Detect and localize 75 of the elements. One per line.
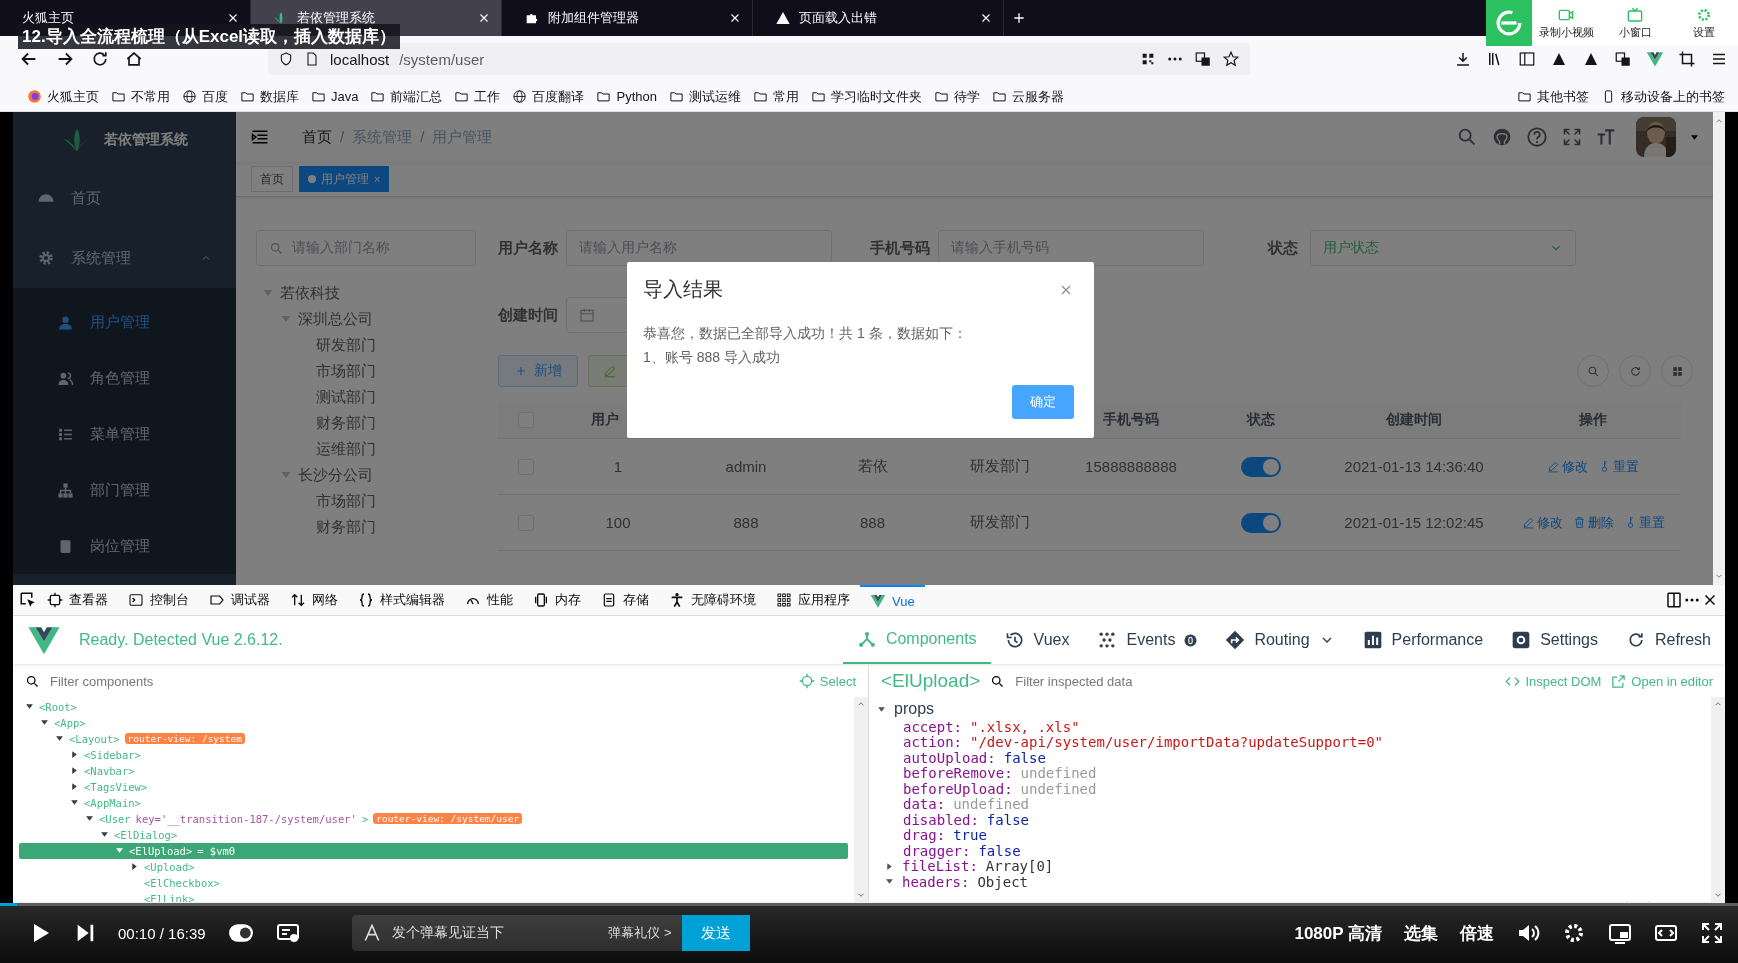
prop-key: data: [903, 796, 946, 813]
column-header: 用户 [590, 411, 620, 429]
prop-key: disabled: [903, 811, 979, 828]
component-name: <ElUpload> [881, 670, 981, 692]
prop-value: Object [977, 873, 1028, 890]
table-cell-text: 研发部门 [968, 513, 1031, 532]
table-cell-text: 若依 [856, 457, 889, 476]
component-tag: <Layout> [69, 732, 120, 745]
component-tag-end: > [361, 812, 369, 825]
table-cell-text: 2021-01-15 12:02:45 [1343, 514, 1485, 531]
instance-label: = $vm0 [197, 844, 236, 857]
breadcrumb-separator: / [340, 127, 345, 147]
table-cell-text: 888 [732, 514, 760, 531]
field-label: 手机号码 [870, 238, 931, 258]
router-badge: router-view: /system/user [373, 813, 523, 824]
time-display: 00:10 / 16:39 [118, 924, 206, 942]
prop-key: accept: [903, 718, 962, 735]
toolbar-label: 小窗口 [1618, 24, 1652, 40]
table-cell-text: 888 [859, 514, 886, 531]
prop-key: drag: [903, 827, 946, 844]
component-tag: <ElLink> [144, 892, 195, 902]
prop-value: undefined [953, 796, 1029, 813]
prop-value: false [1003, 749, 1046, 766]
app-title: 若依管理系统 [103, 131, 188, 149]
prop-key: autoUpload: [903, 749, 996, 766]
table-cell-text: 2021-01-13 14:36:40 [1343, 458, 1485, 475]
prop-value: false [978, 842, 1021, 859]
component-tag: <Root> [39, 700, 77, 713]
breadcrumb-separator: / [420, 127, 425, 147]
column-header: 状态 [1245, 411, 1276, 429]
toolbar-label: 录制小视频 [1538, 24, 1594, 40]
dialog-message: 1、账号 888 导入成功 [643, 348, 781, 367]
table-cell-text: 15888888888 [1084, 458, 1178, 475]
prop-key: dragger: [903, 842, 971, 859]
prop-value: ".xlsx, .xls" [970, 718, 1080, 735]
prop-value: false [986, 811, 1029, 828]
field-label: 创建时间 [498, 305, 559, 325]
component-tag: <AppMain> [84, 796, 141, 809]
table-cell-text: 研发部门 [968, 457, 1031, 476]
router-badge: router-view: /system [124, 733, 245, 744]
prop-key: beforeUpload: [903, 780, 1013, 797]
prop-value: Array[0] [985, 858, 1054, 875]
table-cell-text: 100 [604, 514, 632, 531]
video-title-toast: 12.导入全流程梳理（从Excel读取，插入数据库） [18, 24, 401, 49]
prop-key: action: [903, 734, 962, 751]
table-cell-text: admin [724, 458, 768, 475]
dialog-title: 导入结果 [643, 277, 723, 302]
component-tag: <ElDialog> [114, 828, 178, 841]
field-label: 状态 [1266, 238, 1299, 258]
url-host: localhost [330, 50, 390, 68]
component-tag: <ElUpload> [129, 844, 193, 857]
prop-key: fileList: [902, 858, 978, 875]
component-tag: <Upload> [144, 860, 195, 873]
component-tag: <Sidebar> [84, 748, 141, 761]
component-tag: <TagsView> [84, 780, 148, 793]
component-attribute: key='__transition-187-/system/user' [135, 812, 357, 825]
column-header: 手机号码 [1102, 411, 1160, 429]
component-tag: <Navbar> [84, 764, 135, 777]
dialog-message: 恭喜您，数据已全部导入成功！共 1 条，数据如下： [643, 324, 968, 343]
prop-key: headers: [902, 873, 970, 890]
toolbar-label: 设置 [1692, 24, 1715, 40]
url-path: /system/user [399, 50, 485, 68]
field-label: 用户名称 [498, 238, 559, 258]
prop-key: beforeRemove: [903, 765, 1013, 782]
prop-value: "/dev-api/system/user/importData?updateSupport=0" [970, 734, 1384, 751]
status-text: Ready. Detected Vue 2.6.12. [79, 631, 284, 649]
prop-value: undefined [1020, 780, 1097, 797]
table-cell-text: 1 [612, 458, 624, 475]
component-tag: <User [99, 812, 131, 825]
column-header: 操作 [1578, 411, 1608, 429]
prop-value: undefined [1020, 765, 1097, 782]
component-tag: <ElCheckbox> [144, 876, 220, 889]
component-tag: <App> [54, 716, 86, 729]
prop-value: true [953, 827, 987, 844]
column-header: 创建时间 [1385, 411, 1443, 429]
